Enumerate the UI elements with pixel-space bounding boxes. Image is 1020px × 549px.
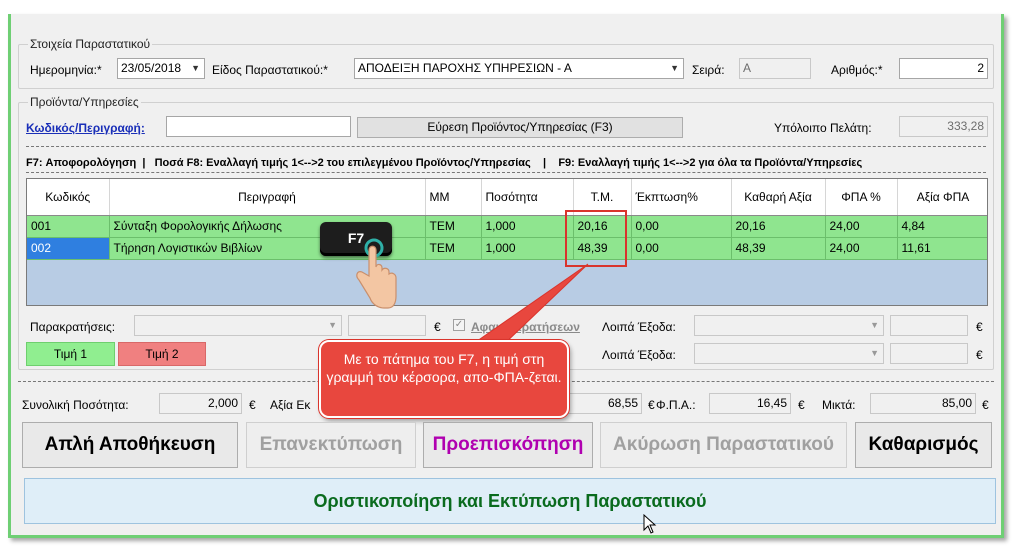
cell-vat-value[interactable]: 11,61 (897, 237, 987, 260)
currency-symbol: € (249, 398, 256, 412)
cell-code[interactable]: 001 (27, 215, 110, 238)
hint-f8: Ποσά F8: Εναλλαγή τιμής 1<-->2 του επιλε… (154, 157, 531, 169)
price-2-button[interactable]: Τιμή 2 (118, 342, 206, 366)
currency-symbol: € (798, 398, 805, 412)
currency-symbol: € (982, 398, 989, 412)
cell-unit[interactable]: ΤΕΜ (425, 215, 482, 238)
currency-symbol: € (648, 398, 655, 412)
date-picker[interactable]: 23/05/2018 ▼ (117, 58, 205, 79)
gross-total-field: 85,00 (870, 393, 976, 414)
chevron-down-icon: ▼ (670, 63, 679, 73)
cell-vat-rate[interactable]: 24,00 (825, 237, 898, 260)
date-value: 23/05/2018 (121, 61, 182, 75)
cell-vat-value[interactable]: 4,84 (897, 215, 987, 238)
divider (26, 146, 986, 147)
other-expenses-select[interactable]: ▼ (694, 343, 884, 364)
currency-symbol: € (976, 320, 983, 334)
column-header[interactable]: Περιγραφή (109, 179, 426, 216)
customer-balance-label: Υπόλοιπο Πελάτη: (774, 121, 872, 135)
gross-label: Μικτά: (822, 398, 856, 412)
other-expenses-amount[interactable] (890, 343, 968, 364)
cell-quantity[interactable]: 1,000 (481, 237, 574, 260)
series-field[interactable]: A (739, 58, 811, 79)
hint-f7: F7: Αποφορολόγηση (26, 157, 137, 169)
number-field[interactable]: 2 (899, 58, 988, 79)
total-quantity-field: 2,000 (159, 393, 242, 414)
reprint-button[interactable]: Επανεκτύπωση (246, 422, 416, 468)
column-header[interactable]: Καθαρή Αξία (731, 179, 826, 216)
preview-button[interactable]: Προεπισκόπηση (423, 422, 593, 468)
cell-vat-rate[interactable]: 24,00 (825, 215, 898, 238)
clear-button[interactable]: Καθαρισμός (855, 422, 992, 468)
column-header[interactable]: Ποσότητα (481, 179, 574, 216)
column-header[interactable]: Αξία ΦΠΑ (897, 179, 987, 216)
mouse-cursor-icon (643, 514, 657, 534)
cell-code[interactable]: 002 (27, 237, 110, 260)
shortcut-hints: F7: Αποφορολόγηση | Ποσά F8: Εναλλαγή τι… (26, 157, 863, 169)
column-header[interactable]: Κωδικός (27, 179, 110, 216)
simple-save-button[interactable]: Απλή Αποθήκευση (22, 422, 238, 468)
other-expenses-select[interactable]: ▼ (694, 315, 884, 336)
chevron-down-icon: ▼ (191, 63, 200, 73)
find-product-button[interactable]: Εύρεση Προϊόντος/Υπηρεσίας (F3) (357, 117, 683, 138)
cell-unit[interactable]: ΤΕΜ (425, 237, 482, 260)
vat-label: Φ.Π.Α.: (656, 398, 696, 412)
cancel-document-button[interactable]: Ακύρωση Παραστατικού (600, 422, 847, 468)
document-type-value: ΑΠΟΔΕΙΞΗ ΠΑΡΟΧΗΣ ΥΠΗΡΕΣΙΩΝ - Α (358, 61, 572, 75)
chevron-down-icon: ▼ (870, 348, 879, 358)
cell-discount[interactable]: 0,00 (631, 237, 732, 260)
number-label: Αριθμός:* (831, 63, 883, 77)
callout-pointer (468, 263, 589, 347)
column-header[interactable]: ΜΜ (425, 179, 482, 216)
total-quantity-label: Συνολική Ποσότητα: (22, 398, 129, 412)
table-header-row: Κωδικός Περιγραφή ΜΜ Ποσότητα Τ.Μ. Έκπτω… (27, 179, 987, 216)
chevron-down-icon: ▼ (328, 320, 337, 330)
other-expenses-amount[interactable] (890, 315, 968, 336)
code-description-link[interactable]: Κωδικός/Περιγραφή: (26, 121, 145, 135)
cell-net-value[interactable]: 48,39 (731, 237, 826, 260)
date-label: Ημερομηνία:* (30, 63, 102, 77)
currency-symbol: € (976, 348, 983, 362)
column-header[interactable]: ΦΠΑ % (825, 179, 898, 216)
withholding-label: Παρακρατήσεις: (30, 320, 116, 334)
document-details-title: Στοιχεία Παραστατικού (28, 37, 153, 51)
code-description-input[interactable] (166, 116, 351, 137)
withholding-select[interactable]: ▼ (134, 315, 342, 336)
cell-net-value[interactable]: 20,16 (731, 215, 826, 238)
cell-discount[interactable]: 0,00 (631, 215, 732, 238)
net-value-label: Αξία Εκ (270, 398, 311, 412)
document-type-select[interactable]: ΑΠΟΔΕΙΞΗ ΠΑΡΟΧΗΣ ΥΠΗΡΕΣΙΩΝ - Α ▼ (354, 58, 684, 79)
finalize-and-print-button[interactable]: Οριστικοποίηση και Εκτύπωση Παραστατικού (24, 478, 996, 524)
hint-f9: F9: Εναλλαγή τιμής 1<-->2 για όλα τα Προ… (558, 157, 863, 169)
column-header[interactable]: Έκπτωση% (631, 179, 732, 216)
cell-quantity[interactable]: 1,000 (481, 215, 574, 238)
table-row[interactable]: 001 Σύνταξη Φορολογικής Δήλωσης ΤΕΜ 1,00… (27, 215, 987, 238)
chevron-down-icon: ▼ (870, 320, 879, 330)
price-1-button[interactable]: Τιμή 1 (26, 342, 115, 366)
table-row[interactable]: 002 Τήρηση Λογιστικών Βιβλίων ΤΕΜ 1,000 … (27, 237, 987, 260)
document-type-label: Είδος Παραστατικού:* (212, 63, 328, 77)
unit-price-highlight (565, 210, 627, 267)
products-title: Προϊόντα/Υπηρεσίες (28, 95, 141, 109)
series-label: Σειρά: (692, 63, 725, 77)
divider (26, 172, 986, 173)
annotation-callout: Με το πάτημα του F7, η τιμή στη γραμμή τ… (319, 340, 569, 418)
vat-total-field: 16,45 (709, 393, 791, 414)
customer-balance-field: 333,28 (899, 116, 988, 137)
